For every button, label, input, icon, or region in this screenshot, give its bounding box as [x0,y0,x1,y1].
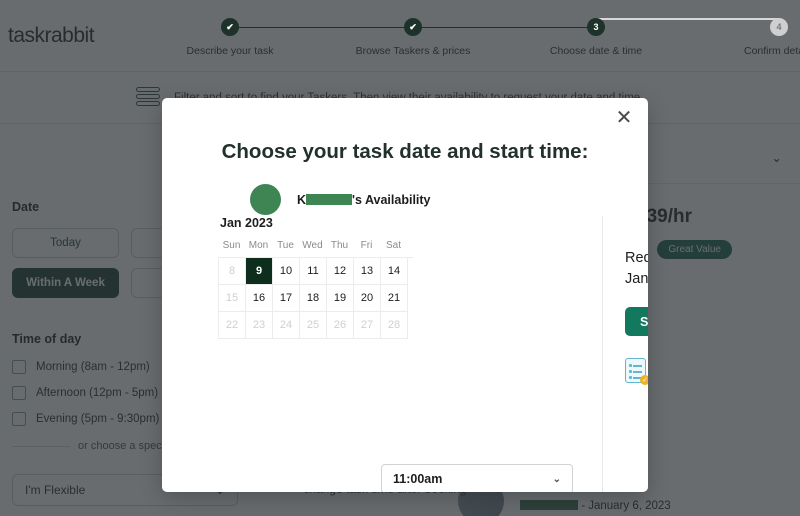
stepper-line-2 [413,26,596,28]
availability-label: K 's Availability [297,193,431,207]
modal-title: Choose your task date and start time: [221,140,589,163]
tasker-avatar [250,184,281,215]
calendar-day[interactable]: 17 [273,285,300,312]
calendar-day[interactable]: 13 [354,258,381,285]
start-time-select[interactable]: 11:00am ⌄ [381,464,573,492]
redacted-tasker-name [306,193,353,205]
calendar-day[interactable]: 14 [381,258,408,285]
calendar-day[interactable]: 18 [300,285,327,312]
calendar-day[interactable]: 19 [327,285,354,312]
calendar-day[interactable]: 12 [327,258,354,285]
stepper-line-3 [596,18,779,20]
calendar-day: 8 [219,258,246,285]
calendar-month-label: Jan 2023 [220,216,273,230]
checklist-document-icon: ✓ [625,358,648,385]
calendar-grid: 8 9 10 11 12 13 14 15 16 17 18 19 20 21 … [218,257,413,339]
weekday-sat: Sat [385,240,401,251]
screen: taskrabbit ✔ Describe your task ✔ Browse… [0,0,800,516]
calendar-day: 22 [219,312,246,339]
stepper-check-icon-2: ✔ [404,18,422,36]
availability-suffix: 's Availability [352,192,431,207]
calendar-day: 28 [381,312,408,339]
calendar-day[interactable]: 11 [300,258,327,285]
chevron-down-icon: ⌄ [552,473,561,485]
calendar-day[interactable]: 10 [273,258,300,285]
calendar-day: 25 [300,312,327,339]
calendar-day: 15 [219,285,246,312]
request-for-value: Jan 9, 11:00am [625,271,648,287]
close-icon[interactable]: ✕ [610,104,638,132]
date-time-modal: ✕ Choose your task date and start time: … [162,98,648,492]
request-for-label: Request for: [625,250,648,266]
calendar-day[interactable]: 21 [381,285,408,312]
next-step-hint: ✓ Next, confirm your details to get conn… [625,358,648,403]
calendar-day: 26 [327,312,354,339]
stepper-number-3: 3 [587,18,605,36]
modal-divider [602,216,603,492]
request-summary-pane: Request for: Jan 9, 11:00am Select & Con… [625,248,648,403]
stepper-number-4: 4 [770,18,788,36]
weekday-sun: Sun [222,240,241,251]
stepper-check-icon-1: ✔ [221,18,239,36]
calendar-day[interactable]: 20 [354,285,381,312]
weekday-fri: Fri [360,240,373,251]
calendar-day: 23 [246,312,273,339]
stepper-line-1 [230,26,413,28]
calendar-day: 27 [354,312,381,339]
start-time-value: 11:00am [393,472,443,486]
check-badge-icon: ✓ [640,375,648,385]
calendar: Jan 2023 Sun Mon Tue Wed Thu Fri Sat 8 9… [218,216,413,339]
calendar-day[interactable]: 16 [246,285,273,312]
calendar-day-selected[interactable]: 9 [246,258,273,285]
calendar-weekday-header: Sun Mon Tue Wed Thu Fri Sat [218,240,413,257]
availability-name-prefix: K [297,192,307,207]
weekday-thu: Thu [330,240,349,251]
tasker-availability-header: K 's Availability [250,184,431,215]
weekday-mon: Mon [248,240,269,251]
weekday-wed: Wed [302,240,323,251]
calendar-day: 24 [273,312,300,339]
weekday-tue: Tue [277,240,294,251]
select-and-continue-button[interactable]: Select & Continue [625,307,648,336]
